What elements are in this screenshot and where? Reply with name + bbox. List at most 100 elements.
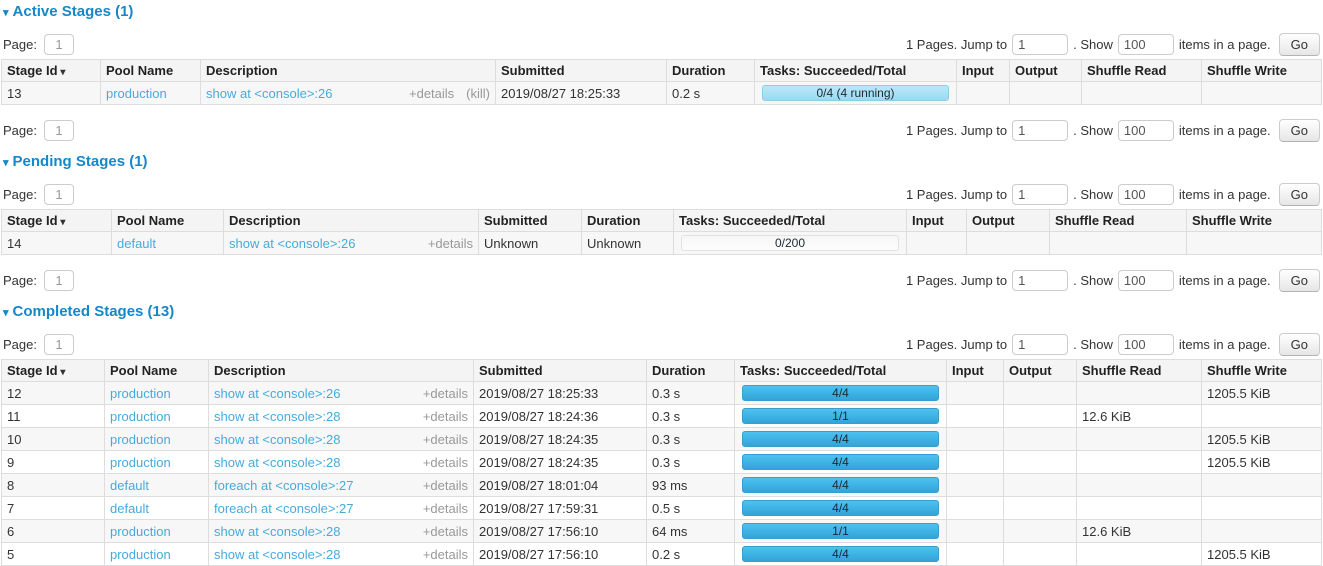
column-header-tasks-succeeded-total[interactable]: Tasks: Succeeded/Total [735,360,947,382]
column-header-tasks-succeeded-total[interactable]: Tasks: Succeeded/Total [674,210,907,232]
column-header-pool-name[interactable]: Pool Name [105,360,209,382]
details-toggle-link[interactable]: +details [423,478,468,493]
jump-to-page-input[interactable] [1012,270,1068,291]
column-header-submitted[interactable]: Submitted [479,210,582,232]
column-header-shuffle-write[interactable]: Shuffle Write [1187,210,1322,232]
column-header-description[interactable]: Description [224,210,479,232]
pool-name-link[interactable]: default [117,236,156,251]
column-header-output[interactable]: Output [1010,60,1082,82]
column-header-label: Input [962,63,994,78]
column-header-shuffle-write[interactable]: Shuffle Write [1202,60,1322,82]
section-title[interactable]: Pending Stages (1) [13,153,148,170]
column-header-input[interactable]: Input [947,360,1004,382]
pagination-controls: Page:1 Pages. Jump to. Showitems in a pa… [3,118,1320,142]
page-number-input[interactable] [44,270,74,291]
description-cell: show at <console>:26 +details (kill) [201,82,496,105]
pool-name-link[interactable]: production [106,86,167,101]
kill-stage-link[interactable]: (kill) [466,86,490,101]
column-header-duration[interactable]: Duration [582,210,674,232]
go-button[interactable]: Go [1279,119,1320,142]
details-toggle-link[interactable]: +details [423,547,468,562]
stage-description-link[interactable]: show at <console>:26 [229,236,355,251]
stage-description-link[interactable]: show at <console>:28 [214,455,340,470]
items-per-page-input[interactable] [1118,270,1174,291]
column-header-input[interactable]: Input [957,60,1010,82]
pool-name-link[interactable]: default [110,478,149,493]
column-header-shuffle-read[interactable]: Shuffle Read [1050,210,1187,232]
go-button[interactable]: Go [1279,183,1320,206]
items-per-page-input[interactable] [1118,334,1174,355]
output-cell [967,232,1050,255]
go-button[interactable]: Go [1279,333,1320,356]
column-header-label: Duration [672,63,725,78]
show-label: . Show [1073,37,1113,52]
column-header-label: Pool Name [117,213,184,228]
stage-description-link[interactable]: show at <console>:28 [214,409,340,424]
column-header-description[interactable]: Description [201,60,496,82]
page-number-input[interactable] [44,120,74,141]
column-header-pool-name[interactable]: Pool Name [101,60,201,82]
section-title[interactable]: Completed Stages (13) [13,303,175,320]
column-header-output[interactable]: Output [1004,360,1077,382]
jump-to-page-input[interactable] [1012,34,1068,55]
pool-name-link[interactable]: production [110,455,171,470]
pool-name-link[interactable]: production [110,524,171,539]
pending-stages-header[interactable]: ▾Pending Stages (1) [3,154,1322,171]
tasks-progress-bar: 1/1 [742,523,939,539]
items-per-page-input[interactable] [1118,184,1174,205]
pool-name-link[interactable]: production [110,409,171,424]
column-header-tasks-succeeded-total[interactable]: Tasks: Succeeded/Total [755,60,957,82]
column-header-shuffle-write[interactable]: Shuffle Write [1202,360,1322,382]
stage-description-link[interactable]: show at <console>:26 [206,86,332,101]
stage-description-link[interactable]: show at <console>:26 [214,386,340,401]
column-header-pool-name[interactable]: Pool Name [112,210,224,232]
page-number-input[interactable] [44,184,74,205]
column-header-stage-id[interactable]: Stage Id ▾ [2,360,105,382]
jump-to-page-input[interactable] [1012,334,1068,355]
column-header-shuffle-read[interactable]: Shuffle Read [1082,60,1202,82]
jump-to-page-input[interactable] [1012,184,1068,205]
column-header-duration[interactable]: Duration [647,360,735,382]
page-number-input[interactable] [44,334,74,355]
active-stages-table: Stage Id ▾Pool NameDescriptionSubmitted D… [1,59,1322,105]
go-button[interactable]: Go [1279,33,1320,56]
column-header-submitted[interactable]: Submitted [496,60,667,82]
column-header-output[interactable]: Output [967,210,1050,232]
details-toggle-link[interactable]: +details [423,455,468,470]
completed-stages-header[interactable]: ▾Completed Stages (13) [3,304,1322,321]
stage-description-link[interactable]: show at <console>:28 [214,432,340,447]
active-stages-header[interactable]: ▾Active Stages (1) [3,4,1322,21]
details-toggle-link[interactable]: +details [428,236,473,251]
column-header-label: Shuffle Write [1192,213,1272,228]
column-header-stage-id[interactable]: Stage Id ▾ [2,210,112,232]
details-toggle-link[interactable]: +details [423,409,468,424]
stage-description-link[interactable]: show at <console>:28 [214,524,340,539]
details-toggle-link[interactable]: +details [423,501,468,516]
pool-name-cell: production [105,451,209,474]
column-header-stage-id[interactable]: Stage Id ▾ [2,60,101,82]
page-number-input[interactable] [44,34,74,55]
column-header-description[interactable]: Description [209,360,474,382]
pool-name-link[interactable]: production [110,432,171,447]
details-toggle-link[interactable]: +details [423,432,468,447]
items-per-page-input[interactable] [1118,34,1174,55]
pool-name-link[interactable]: production [110,386,171,401]
stage-description-link[interactable]: foreach at <console>:27 [214,501,354,516]
column-header-duration[interactable]: Duration [667,60,755,82]
column-header-input[interactable]: Input [907,210,967,232]
details-toggle-link[interactable]: +details [423,524,468,539]
column-header-shuffle-read[interactable]: Shuffle Read [1077,360,1202,382]
details-toggle-link[interactable]: +details [423,386,468,401]
go-button[interactable]: Go [1279,269,1320,292]
stage-description-link[interactable]: show at <console>:28 [214,547,340,562]
stage-description-link[interactable]: foreach at <console>:27 [214,478,354,493]
items-per-page-input[interactable] [1118,120,1174,141]
jump-to-page-input[interactable] [1012,120,1068,141]
section-title[interactable]: Active Stages (1) [13,3,134,20]
shuffle-read-cell: 12.6 KiB [1077,520,1202,543]
column-header-submitted[interactable]: Submitted [474,360,647,382]
pool-name-link[interactable]: default [110,501,149,516]
submitted-cell: 2019/08/27 17:59:31 [474,497,647,520]
pool-name-link[interactable]: production [110,547,171,562]
details-toggle-link[interactable]: +details [409,86,454,101]
